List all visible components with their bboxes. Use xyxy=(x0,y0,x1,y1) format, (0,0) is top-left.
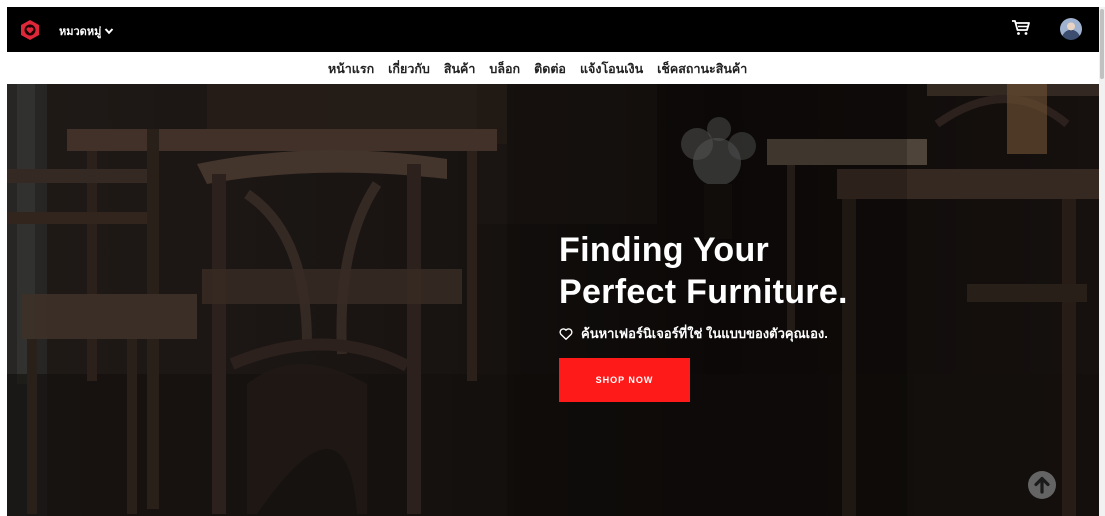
nav-item-payment-notify[interactable]: แจ้งโอนเงิน xyxy=(580,59,643,79)
hero-subtitle-text: ค้นหาเฟอร์นิเจอร์ที่ใช่ ในแบบของตัวคุณเอ… xyxy=(581,326,828,341)
avatar[interactable] xyxy=(1060,18,1082,40)
scrollbar-thumb[interactable] xyxy=(1100,9,1104,79)
cart-icon[interactable] xyxy=(1011,18,1031,36)
nav-item-about[interactable]: เกี่ยวกับ xyxy=(388,59,430,79)
heart-icon xyxy=(559,327,573,340)
nav-item-blog[interactable]: บล็อก xyxy=(489,59,520,79)
hero-background-image xyxy=(7,84,1099,516)
nav-item-home[interactable]: หน้าแรก xyxy=(328,59,374,79)
hero-subtitle: ค้นหาเฟอร์นิเจอร์ที่ใช่ ในแบบของตัวคุณเอ… xyxy=(559,323,828,344)
nav-item-order-status[interactable]: เช็คสถานะสินค้า xyxy=(657,59,747,79)
chevron-down-icon xyxy=(105,28,114,35)
main-navigation: หน้าแรก เกี่ยวกับ สินค้า บล็อก ติดต่อ แจ… xyxy=(7,52,1099,85)
category-label: หมวดหมู่ xyxy=(59,26,102,38)
category-dropdown[interactable]: หมวดหมู่ xyxy=(59,22,114,40)
top-bar: หมวดหมู่ xyxy=(7,7,1099,52)
hero-title-line-2: Perfect Furniture. xyxy=(559,273,848,311)
hero-banner: Finding Your Perfect Furniture. ค้นหาเฟอ… xyxy=(7,84,1099,516)
shield-logo-icon[interactable] xyxy=(19,19,41,41)
shop-now-button[interactable]: SHOP NOW xyxy=(559,358,690,402)
nav-item-products[interactable]: สินค้า xyxy=(444,59,476,79)
arrow-up-icon[interactable] xyxy=(1027,470,1057,500)
page-frame: หมวดหมู่ หน้าแรก เกี่ยวกับ สินค้า บล็อก … xyxy=(7,7,1099,516)
hero-title-line-1: Finding Your xyxy=(559,231,770,269)
page-scrollbar[interactable] xyxy=(1099,7,1105,516)
nav-item-contact[interactable]: ติดต่อ xyxy=(534,59,566,79)
hero-title: Finding Your Perfect Furniture. xyxy=(559,229,848,313)
